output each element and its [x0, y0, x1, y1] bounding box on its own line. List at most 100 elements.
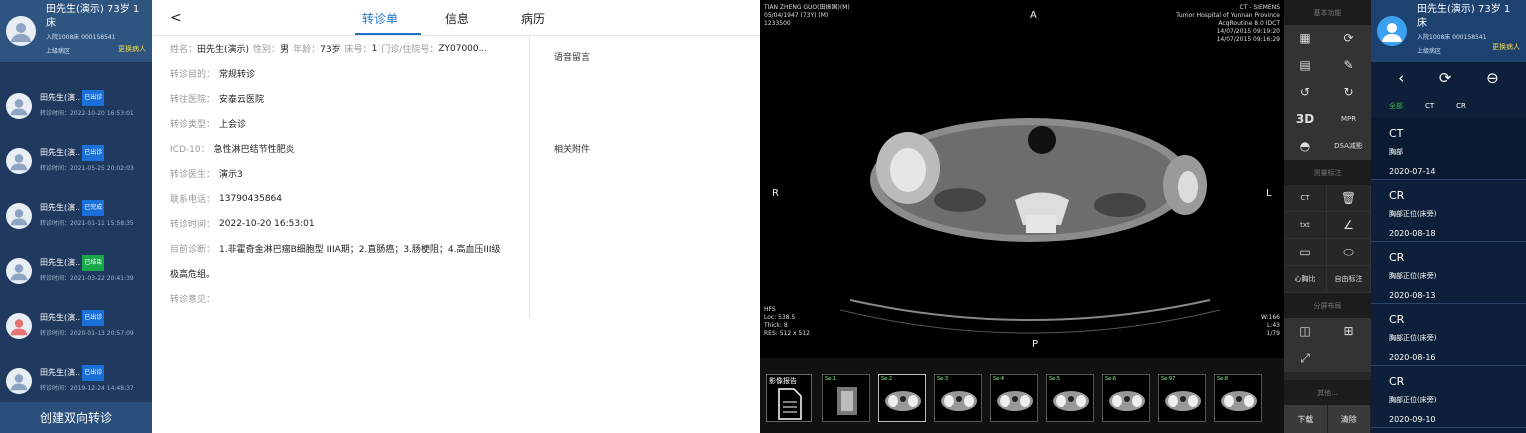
study-modality: CT: [1389, 127, 1404, 140]
overlay-text: TIAN ZHENG GUO(田振国)(M): [764, 4, 850, 11]
minus-circle-icon[interactable]: ⊖: [1486, 69, 1499, 87]
field-label: 转诊时间：: [170, 220, 216, 230]
tool-button[interactable]: txt: [1284, 212, 1327, 239]
ellipse-icon[interactable]: ⬭: [1327, 239, 1371, 266]
referral-list-item[interactable]: 田先生(演.. 已完成 转诊时间：2021-01-11 15:58:35: [0, 188, 152, 243]
voice-message-label[interactable]: 语音留言: [554, 50, 590, 63]
filter-tab-all[interactable]: 全部: [1389, 101, 1403, 111]
tab-medical-record[interactable]: 病历: [521, 10, 545, 27]
split-four-icon[interactable]: ⊞: [1327, 318, 1371, 345]
clear-button[interactable]: 清除: [1327, 405, 1371, 433]
name-label: 姓名：: [170, 45, 198, 55]
tool-button[interactable]: DSA减影: [1327, 133, 1371, 160]
series-label: Se:8: [1217, 376, 1229, 382]
series-thumb[interactable]: Se:8: [1214, 374, 1262, 422]
referral-list: 田先生(演.. 已出诊 转诊时间：2022-10-20 16:53:01 田先生(演.…: [0, 78, 152, 408]
split-two-icon[interactable]: ◫: [1284, 318, 1327, 345]
status-badge: 已出诊: [82, 364, 105, 381]
series-thumb[interactable]: Se:6: [1102, 374, 1150, 422]
filter-tab-ct[interactable]: CT: [1425, 102, 1434, 110]
status-badge: 已出诊: [82, 309, 105, 326]
referral-list-item[interactable]: 田先生(演.. 已出诊 转诊时间：2021-05-25 20:02:03: [0, 133, 152, 188]
field-label: 转诊目的：: [170, 70, 216, 80]
referral-time: 转诊时间：2021-05-25 20:02:03: [40, 164, 134, 172]
field-value: 13790435864: [219, 193, 283, 204]
refresh-icon[interactable]: ⟳: [1327, 25, 1371, 52]
grid-icon[interactable]: ▦: [1284, 25, 1327, 52]
referral-time: 转诊时间：2022-10-20 16:53:01: [40, 109, 134, 117]
right-toolbar: ‹ ⟳ ⊖: [1371, 62, 1526, 94]
create-referral-button[interactable]: 创建双向转诊: [0, 402, 152, 433]
filter-tab-cr[interactable]: CR: [1456, 102, 1466, 110]
series-thumb[interactable]: Se:1: [822, 374, 870, 422]
study-item[interactable]: CT 胸部 2020-07-14: [1371, 118, 1526, 180]
refresh-icon[interactable]: ⟳: [1439, 69, 1452, 87]
pencil-icon[interactable]: ✎: [1327, 52, 1371, 79]
status-badge: 已结束: [82, 254, 105, 271]
tool-button[interactable]: [1327, 345, 1371, 372]
series-thumb[interactable]: Se:4: [990, 374, 1038, 422]
study-item[interactable]: CR 胸部正位(床旁) 2020-08-18: [1371, 180, 1526, 242]
tool-section-header: 测量标注: [1284, 160, 1371, 185]
form-row: 转诊医生： 演示3: [170, 161, 528, 186]
right-study-panel: 田先生(演示) 73岁 1床 入院1008床 000158541 上级病区 更换…: [1371, 0, 1526, 433]
series-preview: [997, 391, 1033, 411]
overlay-top-right: CT - SIEMENS Tumor Hospital of Yunnan Pro…: [1176, 4, 1280, 44]
form-row: 转诊目的： 常规转诊: [170, 61, 528, 86]
study-item[interactable]: CR 胸部正位(床旁) 2020-08-16: [1371, 304, 1526, 366]
avatar: [6, 92, 32, 119]
series-preview: [1165, 391, 1201, 411]
referral-list-item[interactable]: 田先生(演.. 已出诊 转诊时间：2019-12-24 14:48:37: [0, 353, 152, 408]
field-value: 急性淋巴结节性肥炎: [213, 145, 295, 155]
series-thumb[interactable]: Se:97: [1158, 374, 1206, 422]
angle-icon[interactable]: ∠: [1327, 212, 1371, 239]
switch-patient-button[interactable]: 更换病人: [118, 44, 146, 54]
tab-bar: < 转诊单 信息 病历: [152, 0, 760, 36]
half-circle-icon[interactable]: ◓: [1284, 133, 1327, 160]
series-preview: [941, 391, 977, 411]
study-list: CT 胸部 2020-07-14 CR 胸部正位(床旁) 2020-08-18 CR 胸部正位…: [1371, 118, 1526, 428]
study-part: 胸部正位(床旁): [1389, 272, 1437, 280]
study-item[interactable]: CR 胸部正位(床旁) 2020-09-10: [1371, 366, 1526, 428]
series-label: Se:2: [881, 376, 893, 382]
referral-patient-name: 田先生(演..: [40, 312, 81, 322]
overlay-text: CT - SIEMENS: [1239, 4, 1280, 11]
overlay-bottom-right: W:166 L:43 1/79: [1261, 314, 1280, 338]
ct-image-canvas[interactable]: TIAN ZHENG GUO(田振国)(M) 05/04/1947 (73Y) (…: [760, 0, 1284, 358]
tool-button[interactable]: 自由标注: [1327, 266, 1371, 293]
tab-info[interactable]: 信息: [445, 10, 469, 27]
tool-button[interactable]: MPR: [1327, 106, 1371, 133]
field-label: ICD-10：: [170, 145, 210, 155]
trash-icon[interactable]: 🗑: [1327, 185, 1371, 212]
rotate-left-icon[interactable]: ↺: [1284, 79, 1327, 106]
status-badge: 已出诊: [82, 89, 105, 106]
study-modality: CR: [1389, 313, 1405, 326]
tool-button[interactable]: CT: [1284, 185, 1327, 212]
referral-list-item[interactable]: 田先生(演.. 已出诊 转诊时间：2022-10-20 16:53:01: [0, 78, 152, 133]
form-row: 联系电话： 13790435864: [170, 186, 528, 211]
layout-icon[interactable]: ▤: [1284, 52, 1327, 79]
image-report-thumb[interactable]: 影像报告: [766, 374, 812, 422]
series-thumb[interactable]: Se:5: [1046, 374, 1094, 422]
tool-button[interactable]: 3D: [1284, 106, 1327, 133]
tab-referral-form[interactable]: 转诊单: [362, 10, 398, 27]
back-icon[interactable]: ‹: [1398, 69, 1404, 87]
download-button[interactable]: 下载: [1284, 405, 1328, 433]
rotate-right-icon[interactable]: ↻: [1327, 79, 1371, 106]
study-item[interactable]: CR 胸部正位(床旁) 2020-08-13: [1371, 242, 1526, 304]
series-thumb[interactable]: Se:3: [934, 374, 982, 422]
bed-label: 床号：: [344, 45, 372, 55]
overlay-text: 14/07/2015 09:16:29: [1216, 36, 1280, 43]
referral-list-item[interactable]: 田先生(演.. 已出诊 转诊时间：2020-01-13 20:57:09: [0, 298, 152, 353]
dicom-viewer: TIAN ZHENG GUO(田振国)(M) 05/04/1947 (73Y) (…: [760, 0, 1284, 433]
attachments-label[interactable]: 相关附件: [554, 142, 590, 155]
fullscreen-icon[interactable]: ⤢: [1284, 345, 1327, 372]
right-switch-patient-button[interactable]: 更换病人: [1492, 42, 1520, 52]
series-preview: [885, 391, 921, 411]
rectangle-icon[interactable]: ▭: [1284, 239, 1327, 266]
tool-button[interactable]: 心胸比: [1284, 266, 1327, 293]
form-row: 转诊时间： 2022-10-20 16:53:01: [170, 211, 528, 236]
back-button[interactable]: <: [170, 10, 182, 26]
referral-list-item[interactable]: 田先生(演.. 已结束 转诊时间：2021-03-22 20:41:39: [0, 243, 152, 298]
series-thumb[interactable]: Se:2: [878, 374, 926, 422]
